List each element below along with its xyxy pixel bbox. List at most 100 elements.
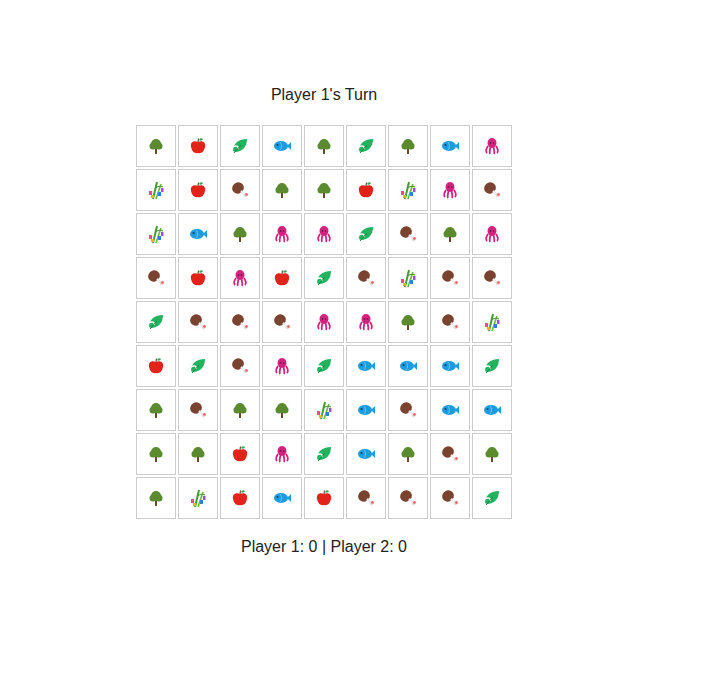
board-cell[interactable]: [304, 477, 344, 519]
board-cell[interactable]: [304, 125, 344, 167]
board-cell[interactable]: [346, 301, 386, 343]
board-cell[interactable]: [304, 433, 344, 475]
board-cell[interactable]: [346, 257, 386, 299]
meat-icon: [440, 312, 460, 332]
board-cell[interactable]: [178, 477, 218, 519]
board-cell[interactable]: [262, 257, 302, 299]
meat-icon: [188, 400, 208, 420]
board-cell[interactable]: [304, 345, 344, 387]
board-cell[interactable]: [346, 433, 386, 475]
board-cell[interactable]: [262, 213, 302, 255]
meat-icon: [398, 224, 418, 244]
board-cell[interactable]: [304, 169, 344, 211]
board-cell[interactable]: [220, 433, 260, 475]
bamboo-icon: [314, 400, 334, 420]
board-cell[interactable]: [346, 345, 386, 387]
board-cell[interactable]: [262, 433, 302, 475]
board-cell[interactable]: [178, 213, 218, 255]
board-cell[interactable]: [136, 301, 176, 343]
board-cell[interactable]: [136, 169, 176, 211]
board-cell[interactable]: [136, 433, 176, 475]
board-cell[interactable]: [472, 257, 512, 299]
board-cell[interactable]: [388, 169, 428, 211]
board-cell[interactable]: [220, 213, 260, 255]
board-cell[interactable]: [220, 389, 260, 431]
board-cell[interactable]: [346, 213, 386, 255]
board-cell[interactable]: [472, 389, 512, 431]
board-cell[interactable]: [136, 213, 176, 255]
board-cell[interactable]: [346, 389, 386, 431]
octopus-icon: [482, 136, 502, 156]
board-cell[interactable]: [220, 257, 260, 299]
octopus-icon: [482, 224, 502, 244]
octopus-icon: [314, 312, 334, 332]
board-cell[interactable]: [430, 433, 470, 475]
board-cell[interactable]: [220, 125, 260, 167]
board-cell[interactable]: [220, 301, 260, 343]
board-cell[interactable]: [262, 477, 302, 519]
board-cell[interactable]: [430, 301, 470, 343]
board-cell[interactable]: [178, 125, 218, 167]
leaf-icon: [314, 356, 334, 376]
board-cell[interactable]: [178, 345, 218, 387]
apple-icon: [230, 488, 250, 508]
board-cell[interactable]: [262, 301, 302, 343]
board-cell[interactable]: [388, 213, 428, 255]
board-cell[interactable]: [346, 169, 386, 211]
board-cell[interactable]: [430, 213, 470, 255]
board-cell[interactable]: [388, 389, 428, 431]
board-cell[interactable]: [304, 301, 344, 343]
board-cell[interactable]: [304, 389, 344, 431]
board-cell[interactable]: [388, 433, 428, 475]
board-cell[interactable]: [472, 213, 512, 255]
board-cell[interactable]: [472, 345, 512, 387]
board-cell[interactable]: [262, 345, 302, 387]
board-cell[interactable]: [430, 257, 470, 299]
board-cell[interactable]: [472, 125, 512, 167]
tree-icon: [146, 488, 166, 508]
board-cell[interactable]: [430, 389, 470, 431]
board-cell[interactable]: [136, 125, 176, 167]
board-cell[interactable]: [472, 169, 512, 211]
board-cell[interactable]: [430, 477, 470, 519]
fish-icon: [440, 400, 460, 420]
board-cell[interactable]: [178, 169, 218, 211]
leaf-icon: [188, 356, 208, 376]
board-cell[interactable]: [472, 301, 512, 343]
tree-icon: [482, 444, 502, 464]
board-cell[interactable]: [136, 257, 176, 299]
board-cell[interactable]: [262, 389, 302, 431]
board-cell[interactable]: [388, 301, 428, 343]
board-cell[interactable]: [388, 125, 428, 167]
board-cell[interactable]: [262, 169, 302, 211]
board-cell[interactable]: [178, 257, 218, 299]
board-cell[interactable]: [136, 389, 176, 431]
board-cell[interactable]: [262, 125, 302, 167]
board-cell[interactable]: [472, 477, 512, 519]
board: [136, 125, 512, 519]
board-cell[interactable]: [346, 477, 386, 519]
board-cell[interactable]: [136, 345, 176, 387]
board-cell[interactable]: [178, 389, 218, 431]
leaf-icon: [314, 444, 334, 464]
board-cell[interactable]: [388, 477, 428, 519]
board-cell[interactable]: [430, 125, 470, 167]
board-cell[interactable]: [430, 169, 470, 211]
board-cell[interactable]: [136, 477, 176, 519]
tree-icon: [146, 444, 166, 464]
board-cell[interactable]: [220, 477, 260, 519]
board-cell[interactable]: [178, 433, 218, 475]
meat-icon: [482, 180, 502, 200]
board-cell[interactable]: [220, 169, 260, 211]
board-cell[interactable]: [178, 301, 218, 343]
board-cell[interactable]: [388, 345, 428, 387]
board-cell[interactable]: [472, 433, 512, 475]
board-cell[interactable]: [388, 257, 428, 299]
board-cell[interactable]: [430, 345, 470, 387]
board-cell[interactable]: [220, 345, 260, 387]
board-cell[interactable]: [304, 213, 344, 255]
tree-icon: [314, 180, 334, 200]
board-cell[interactable]: [304, 257, 344, 299]
apple-icon: [188, 268, 208, 288]
board-cell[interactable]: [346, 125, 386, 167]
